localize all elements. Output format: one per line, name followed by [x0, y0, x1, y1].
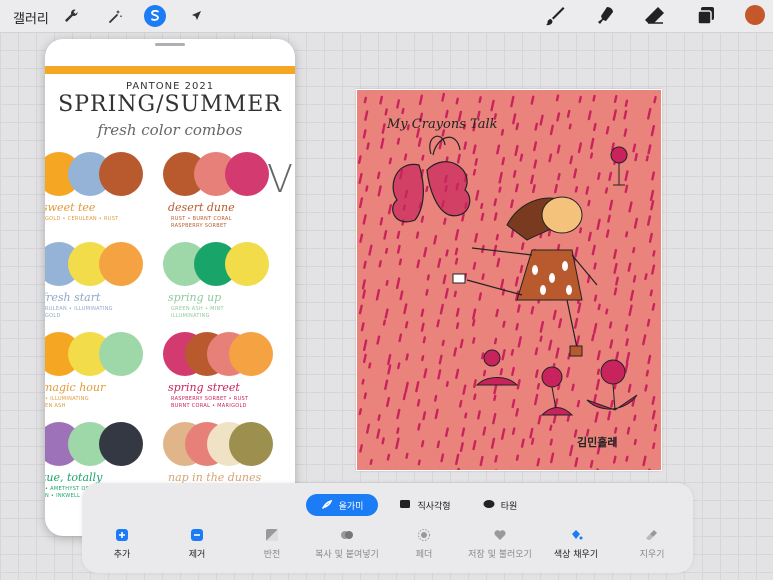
smudge-icon[interactable]: [593, 4, 617, 28]
combo-color-names: RASPBERRY SORBET • RUST BURNT CORAL • MAR…: [171, 396, 249, 409]
combo-name: spring up: [168, 291, 222, 304]
tool-clear[interactable]: 지우기: [612, 528, 692, 560]
selection-mode-rectangle[interactable]: 직사각형: [387, 494, 463, 516]
selection-mode-label: 타원: [500, 501, 518, 512]
gallery-button[interactable]: 갤러리: [13, 8, 49, 27]
color-swatch-circle: [99, 242, 143, 286]
feather-icon: [417, 528, 431, 542]
top-toolbar: 갤러리: [0, 0, 773, 33]
selection-mode-label: 올가미: [338, 501, 364, 512]
color-swatch-circle: [229, 422, 273, 466]
combo-color-names: RULEAN • ILLUMINATING GOLD: [45, 306, 113, 319]
layers-icon[interactable]: [694, 4, 718, 28]
tool-minus[interactable]: 제거: [157, 528, 237, 560]
combo-color-names: GOLD • CERULEAN • RUST: [45, 216, 119, 222]
artwork-illustration: My Crayons Talk 김민홀레: [357, 90, 661, 470]
color-swatch-circle: [99, 422, 143, 466]
pantone-label: PANTONE 2021: [125, 81, 215, 92]
artwork-canvas[interactable]: My Crayons Talk 김민홀레: [356, 89, 662, 471]
color-swatch-circle: [229, 332, 273, 376]
panel-grabber-handle[interactable]: [155, 43, 185, 46]
tool-label: 지우기: [639, 550, 665, 560]
color-swatch-circle: [99, 152, 143, 196]
reference-header-strip: [45, 66, 295, 74]
tool-label: 색상 채우기: [553, 550, 599, 560]
tool-plus[interactable]: 추가: [82, 528, 162, 560]
reference-headline: SPRING/SUMMER: [58, 92, 282, 117]
plus-icon: [115, 528, 129, 542]
combo-color-names: • ILLUMINATING EN ASH: [45, 396, 89, 409]
tool-label: 저장 및 불러오기: [468, 550, 532, 560]
tool-label: 페더: [415, 550, 433, 560]
tool-label: 반전: [263, 550, 281, 560]
lasso-icon: [321, 498, 333, 513]
brush-icon[interactable]: [543, 4, 567, 28]
combo-name: tue, totally: [45, 471, 103, 484]
magic-wand-icon[interactable]: [104, 5, 126, 27]
transform-arrow-icon[interactable]: [185, 5, 207, 27]
selection-mode-ellipse[interactable]: 타원: [474, 494, 526, 516]
overlay-letter: V: [267, 157, 293, 201]
combo-name: sweet tee: [45, 201, 96, 214]
selection-icon[interactable]: [144, 5, 166, 27]
tool-invert[interactable]: 반전: [232, 528, 312, 560]
tool-color-fill[interactable]: 색상 채우기: [536, 528, 616, 560]
wrench-icon[interactable]: [60, 5, 82, 27]
artwork-title-text: My Crayons Talk: [386, 117, 498, 132]
heart-icon: [493, 528, 507, 542]
reference-image-panel[interactable]: PANTONE 2021 SPRING/SUMMER fresh color c…: [45, 39, 295, 536]
reference-subtitle: fresh color combos: [97, 121, 243, 139]
eraser-icon[interactable]: [643, 4, 667, 28]
combo-name: fresh start: [45, 291, 101, 304]
combo-name: desert dune: [168, 201, 235, 214]
selection-mode-label: 직사각형: [417, 501, 451, 512]
color-swatch-circle: [99, 332, 143, 376]
tool-label: 추가: [113, 550, 131, 560]
clear-icon: [645, 528, 659, 542]
color-swatch-circle: [225, 242, 269, 286]
minus-icon: [190, 528, 204, 542]
rectangle-icon: [399, 498, 411, 513]
artwork-signature-text: 김민홀레: [577, 435, 617, 449]
color-swatch-circle: [225, 152, 269, 196]
tool-label: 제거: [188, 550, 206, 560]
combo-name: spring street: [168, 381, 240, 394]
copy-paste-icon: [340, 528, 354, 542]
invert-icon: [265, 528, 279, 542]
combo-color-names: GREEN ASH • MINT ILLUMINATING: [171, 306, 224, 319]
color-fill-icon: [569, 528, 583, 542]
tool-copy-paste[interactable]: 복사 및 붙여넣기: [307, 528, 387, 560]
color-picker-swatch[interactable]: [745, 5, 765, 25]
tool-label: 복사 및 붙여넣기: [315, 550, 379, 560]
selection-mode-lasso[interactable]: 올가미: [306, 494, 378, 516]
tool-feather[interactable]: 페더: [384, 528, 464, 560]
ellipse-icon: [483, 498, 495, 513]
tool-heart[interactable]: 저장 및 불러오기: [460, 528, 540, 560]
combo-color-names: RUST • BURNT CORAL RASPBERRY SORBET: [171, 216, 232, 229]
selection-toolbar: 올가미 직사각형 타원 추가 제거 반전 복사 및 붙여넣기 페더 저장 및 불러오기 색상 채…: [82, 483, 693, 573]
combo-name: magic hour: [45, 381, 106, 394]
